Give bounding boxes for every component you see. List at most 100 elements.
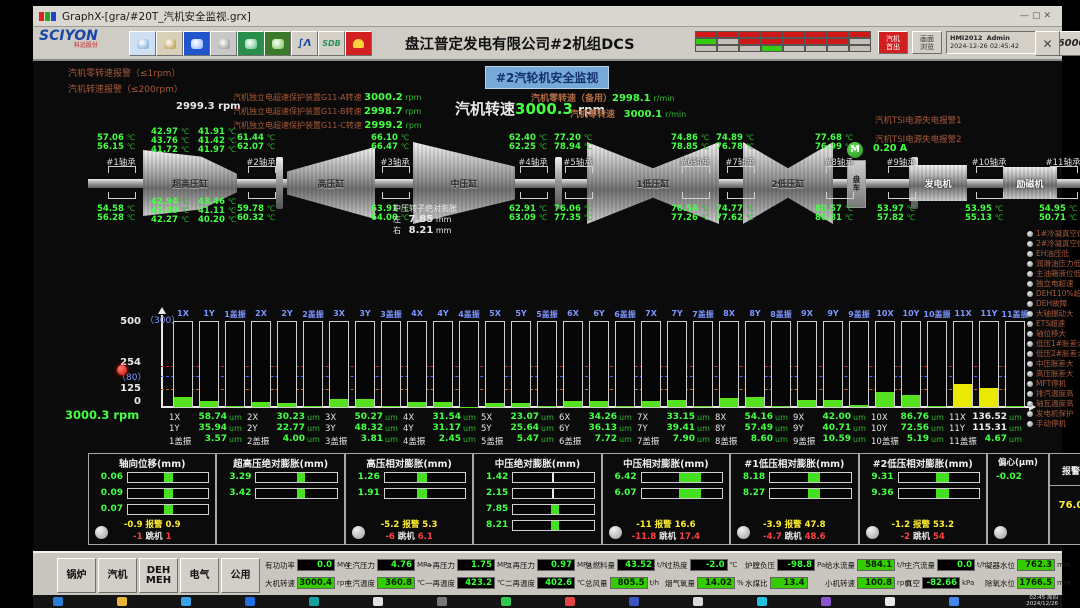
left-value: 7.85	[409, 214, 434, 225]
vibration-bar-2X	[251, 321, 271, 408]
panel-中压相对膨胀(mm): 中压相对膨胀(mm)6.426.07-11 报警 16.6-11.8 跳机 17…	[602, 453, 730, 545]
alarm-grid-cell[interactable]	[849, 38, 871, 45]
alarm-grid-cell[interactable]	[761, 38, 783, 45]
taskbar-app-icon[interactable]	[117, 597, 127, 606]
taskbar-app-icon[interactable]	[629, 597, 639, 606]
alarm-grid-cell[interactable]	[827, 31, 849, 38]
close-icon[interactable]: ✕	[1035, 31, 1060, 56]
taskbar-app-icon[interactable]	[693, 597, 703, 606]
alarm-grid-cell[interactable]	[695, 38, 717, 45]
taskbar-app-icon[interactable]	[309, 597, 319, 606]
vt-row-label: 4X	[403, 413, 414, 423]
vt-value: 23.07	[499, 412, 539, 422]
panel-value: 0.06	[93, 472, 123, 482]
ja-icon[interactable]: ∫Λ	[291, 31, 318, 56]
alarm-grid-cell[interactable]	[783, 45, 805, 52]
vt-unit: um	[385, 435, 398, 444]
taskbar-app-icon[interactable]	[245, 597, 255, 606]
vibration-bar-3Y	[355, 321, 375, 408]
panel-alarm-limits: -0.9 报警 0.9	[89, 518, 215, 530]
vt-unit: um	[697, 424, 710, 433]
panel-row: 1.26	[346, 469, 472, 485]
taskbar-clock[interactable]: 02:45 周四 2024/12/26	[1026, 595, 1058, 607]
panel-value: 1.91	[350, 488, 380, 498]
bar-fill	[798, 400, 816, 407]
alarm-grid-cell[interactable]	[717, 38, 739, 45]
param-水煤比: 水煤比13.4	[745, 576, 810, 590]
alarm-grid-cell[interactable]	[739, 45, 761, 52]
tools-icon[interactable]	[156, 31, 183, 56]
bearing-bracket-top	[382, 166, 410, 173]
users-icon[interactable]	[129, 31, 156, 56]
nav-button-电气[interactable]: 电气	[180, 558, 219, 593]
folder-icon[interactable]	[264, 31, 291, 56]
alarm-grid-cell[interactable]	[849, 31, 871, 38]
panel-row: 1.42	[474, 469, 600, 485]
monitor-icon[interactable]	[183, 31, 210, 56]
nav-button-汽机[interactable]: 汽机	[98, 558, 137, 593]
window-title: GraphX-[gra/#20T_汽机安全监视.grx]	[62, 9, 251, 24]
alarm-dot	[1027, 301, 1033, 307]
alarm-grid-cell[interactable]	[783, 31, 805, 38]
taskbar-app-icon[interactable]	[373, 597, 383, 606]
taskbar-app-icon[interactable]	[821, 597, 831, 606]
printer-icon[interactable]	[210, 31, 237, 56]
nav-button-公用[interactable]: 公用	[221, 558, 260, 593]
alarm-grid-cell[interactable]	[849, 45, 871, 52]
alarm-grid-cell[interactable]	[739, 31, 761, 38]
alarm-grid-cell[interactable]	[805, 45, 827, 52]
bar-fill	[174, 397, 192, 407]
alarm-grid-cell[interactable]	[761, 45, 783, 52]
alarm-indicator: 手动停机	[1027, 418, 1066, 429]
taskbar-app-icon[interactable]	[885, 597, 895, 606]
nav-button-锅炉[interactable]: 锅炉	[57, 558, 96, 593]
panel-gauge	[512, 504, 594, 515]
vt-unit: um	[229, 435, 242, 444]
start-button[interactable]	[53, 597, 63, 606]
alarm-grid-cell[interactable]	[827, 45, 849, 52]
alarm-grid-cell[interactable]	[695, 45, 717, 52]
panel-alarm-limits: -11 报警 16.6	[603, 518, 729, 530]
alarm-grid-cell[interactable]	[761, 31, 783, 38]
limit-label-300: （300）	[145, 313, 180, 326]
vt-row-label: 8X	[715, 413, 726, 423]
alarm-grid-cell[interactable]	[805, 38, 827, 45]
turbine-first-out-button[interactable]: 汽机首出	[878, 31, 908, 54]
vibration-bar-1盖振	[225, 321, 245, 408]
screen-browse-button[interactable]: 画面浏览	[912, 31, 942, 54]
param-value: 4.76	[377, 559, 415, 571]
param-unit: mm	[1057, 579, 1071, 587]
maximize-button[interactable]: ▢	[1032, 11, 1044, 21]
param-label: 一再压力	[425, 560, 455, 571]
bearing-bracket-bottom	[248, 192, 276, 199]
vibration-bar-1X	[173, 321, 193, 408]
titlebar-close-button[interactable]: ✕	[1043, 11, 1054, 21]
hmi-name: HMI2012	[950, 34, 982, 42]
alarm-grid-cell[interactable]	[717, 45, 739, 52]
display-icon[interactable]	[237, 31, 264, 56]
bearing-temp-top: 76.78 ℃	[716, 142, 754, 152]
param-label: 给水流量	[825, 560, 855, 571]
alarm-grid-cell[interactable]	[695, 31, 717, 38]
panel-value: 7.85	[478, 504, 508, 514]
bar-fill	[1006, 406, 1024, 407]
alarm-grid-cell[interactable]	[717, 31, 739, 38]
taskbar-app-icon[interactable]	[757, 597, 767, 606]
zero-speed-row: 汽机零转速 3000.1 r/min	[570, 107, 686, 120]
alarm-grid-cell[interactable]	[827, 38, 849, 45]
taskbar-app-icon[interactable]	[949, 597, 959, 606]
taskbar-app-icon[interactable]	[437, 597, 447, 606]
vt-row-label: 3Y	[325, 424, 336, 434]
vibration-bar-8Y	[745, 321, 765, 408]
taskbar-app-icon[interactable]	[181, 597, 191, 606]
alarm-bell-icon[interactable]	[345, 31, 372, 56]
minimize-button[interactable]: —	[1020, 11, 1032, 21]
alarm-grid-cell[interactable]	[783, 38, 805, 45]
taskbar-app-icon[interactable]	[501, 597, 511, 606]
taskbar-app-icon[interactable]	[565, 597, 575, 606]
sdb-icon[interactable]: SDB	[318, 31, 345, 56]
vt-value: 35.94	[187, 423, 227, 433]
alarm-grid-cell[interactable]	[739, 38, 761, 45]
alarm-grid-cell[interactable]	[805, 31, 827, 38]
nav-button-DEHMEH[interactable]: DEHMEH	[139, 558, 178, 593]
